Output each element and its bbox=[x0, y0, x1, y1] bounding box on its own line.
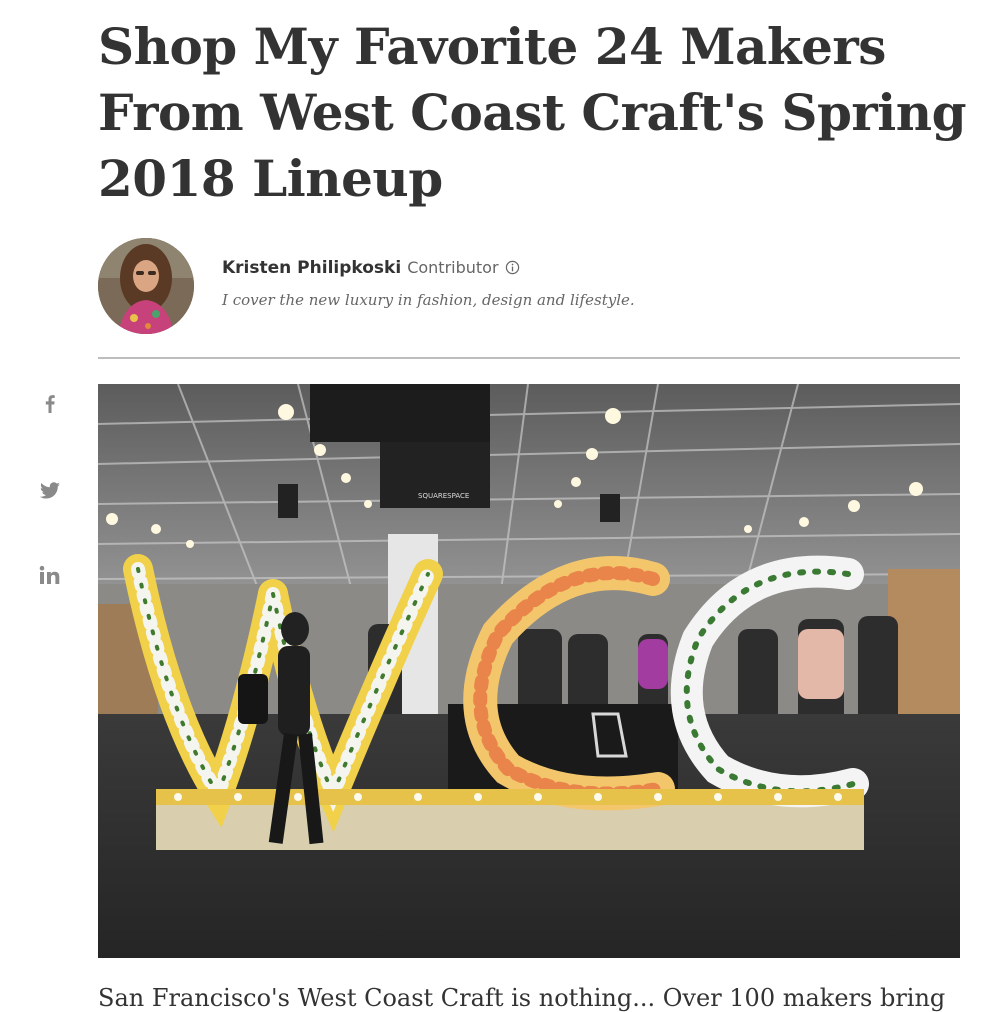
twitter-share-button[interactable] bbox=[36, 476, 64, 504]
facebook-share-button[interactable] bbox=[36, 390, 64, 418]
title-line-1: Shop My Favorite 24 Makers bbox=[98, 17, 886, 76]
author-name[interactable]: Kristen Philipkoski bbox=[222, 258, 401, 278]
article-teaser: San Francisco's West Coast Craft is noth… bbox=[98, 984, 946, 1012]
article-title: Shop My Favorite 24 Makers From West Coa… bbox=[98, 14, 968, 212]
linkedin-share-button[interactable] bbox=[36, 562, 64, 590]
linkedin-icon bbox=[39, 565, 60, 584]
author-byline: Kristen Philipkoski Contributor I cover t… bbox=[98, 238, 960, 334]
author-bio: I cover the new luxury in fashion, desig… bbox=[222, 291, 635, 309]
twitter-icon bbox=[39, 482, 60, 499]
avatar-image bbox=[98, 238, 194, 334]
author-line: Kristen Philipkoski Contributor bbox=[222, 258, 520, 278]
title-line-3: 2018 Lineup bbox=[98, 149, 443, 208]
hero-photo: SQUARESPACE bbox=[98, 384, 960, 958]
banner-text: SQUARESPACE bbox=[418, 492, 469, 500]
author-role: Contributor bbox=[407, 258, 499, 277]
facebook-icon bbox=[45, 395, 55, 413]
hero-image: SQUARESPACE bbox=[98, 384, 960, 958]
author-avatar[interactable] bbox=[98, 238, 194, 334]
title-line-2: From West Coast Craft's Spring bbox=[98, 83, 967, 142]
divider bbox=[98, 357, 960, 359]
info-icon[interactable] bbox=[505, 260, 520, 275]
